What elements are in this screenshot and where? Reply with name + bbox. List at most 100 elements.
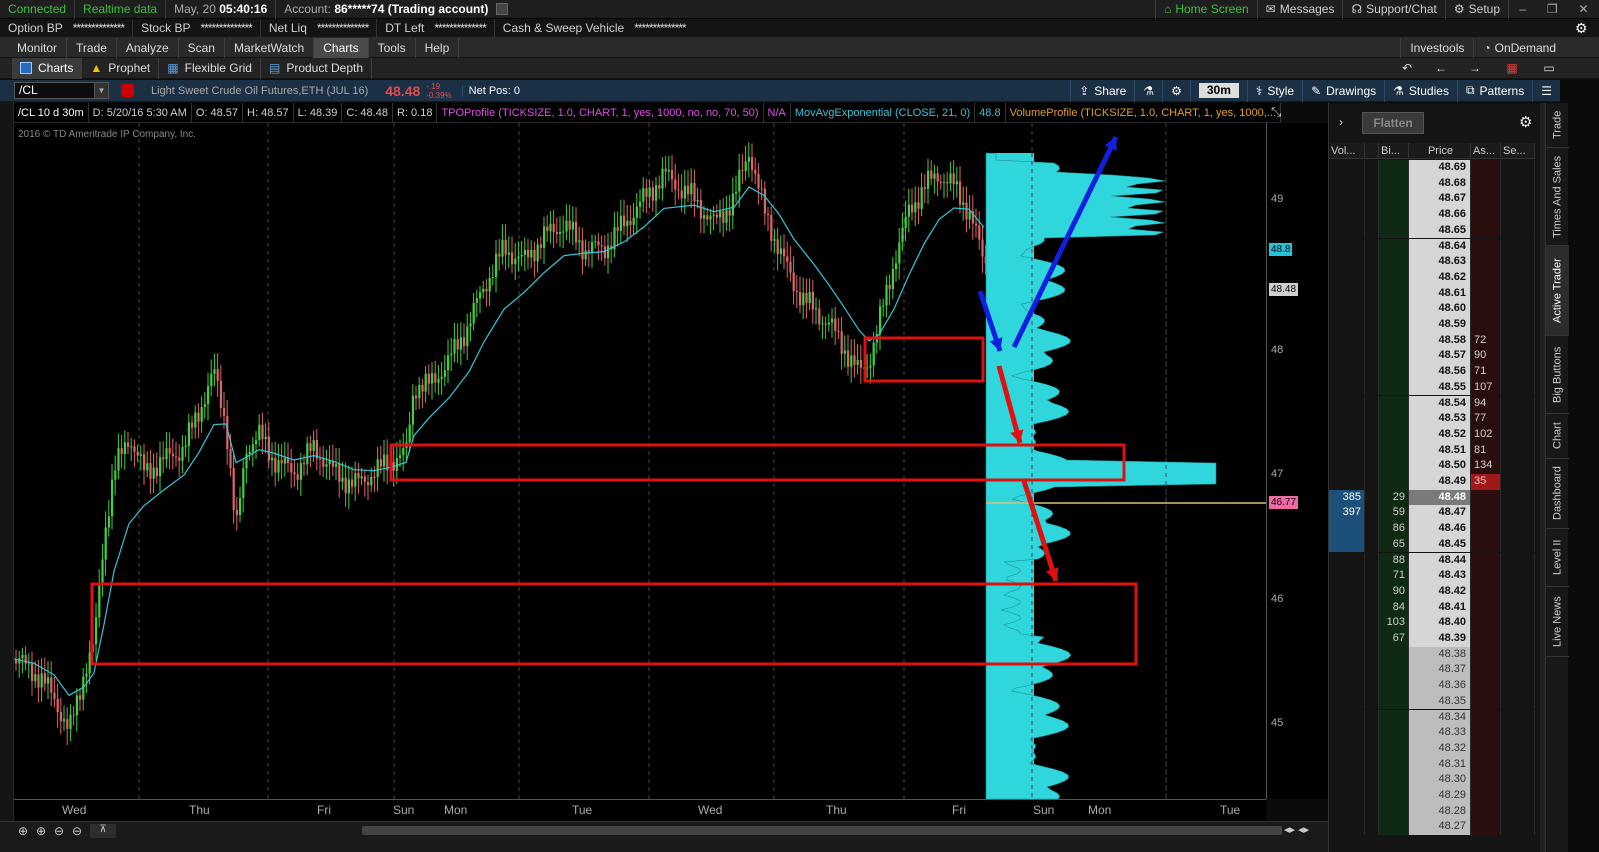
ladder-row[interactable]: 48.51 81: [1329, 442, 1535, 459]
volume-cell[interactable]: [1329, 348, 1365, 365]
left-collapse-strip[interactable]: [0, 80, 14, 852]
bid-cell[interactable]: 90: [1379, 583, 1409, 600]
volume-cell[interactable]: [1329, 175, 1365, 192]
bid-cell[interactable]: 86: [1379, 521, 1409, 537]
ask-cell[interactable]: 102: [1471, 426, 1501, 443]
ask-cell[interactable]: [1471, 693, 1501, 710]
ask-cell[interactable]: [1471, 772, 1501, 788]
ladder-row[interactable]: 88 48.44: [1329, 552, 1535, 569]
spacer-cell[interactable]: [1365, 819, 1379, 836]
volume-cell[interactable]: [1329, 207, 1365, 223]
volume-cell[interactable]: [1329, 411, 1365, 427]
ask-cell[interactable]: 35: [1471, 474, 1501, 490]
undo-icon[interactable]: ↶: [1390, 61, 1424, 75]
price-cell[interactable]: 48.30: [1409, 772, 1471, 788]
messages-button[interactable]: ✉ Messages: [1258, 0, 1344, 19]
price-cell[interactable]: 48.47: [1409, 505, 1471, 522]
volume-cell[interactable]: [1329, 395, 1365, 412]
volume-cell[interactable]: [1329, 662, 1365, 679]
ladder-row[interactable]: 48.55 107: [1329, 379, 1535, 396]
sell-cell[interactable]: [1501, 348, 1535, 365]
ask-cell[interactable]: [1471, 803, 1501, 820]
price-cell[interactable]: 48.27: [1409, 819, 1471, 836]
symbol-selector[interactable]: /CL ▼: [14, 82, 109, 99]
spacer-cell[interactable]: [1365, 693, 1379, 710]
ask-cell[interactable]: [1471, 756, 1501, 773]
spacer-cell[interactable]: [1365, 599, 1379, 616]
price-cell[interactable]: 48.56: [1409, 364, 1471, 380]
bid-cell[interactable]: [1379, 222, 1409, 239]
sell-cell[interactable]: [1501, 505, 1535, 522]
spacer-cell[interactable]: [1365, 207, 1379, 223]
investools-link[interactable]: Investools: [1400, 37, 1475, 58]
setup-button[interactable]: ⚙ Setup: [1446, 0, 1509, 19]
ladder-row[interactable]: 48.54 94: [1329, 395, 1535, 412]
spacer-cell[interactable]: [1365, 803, 1379, 820]
sidetab-level-ii[interactable]: Level II: [1546, 529, 1569, 587]
ask-cell[interactable]: 77: [1471, 411, 1501, 427]
ladder-row[interactable]: 48.61: [1329, 285, 1535, 302]
scroll-arrows-icon[interactable]: ◂▸ ◂▸: [1284, 823, 1309, 836]
back-arrow-icon[interactable]: ←: [1424, 61, 1458, 75]
bid-cell[interactable]: 71: [1379, 568, 1409, 584]
ladder-row[interactable]: 48.53 77: [1329, 411, 1535, 427]
price-cell[interactable]: 48.59: [1409, 317, 1471, 333]
sidetab-times-and-sales[interactable]: Times And Sales: [1546, 148, 1569, 246]
tab-analyze[interactable]: Analyze: [117, 37, 179, 58]
spacer-cell[interactable]: [1365, 709, 1379, 726]
bid-cell[interactable]: [1379, 207, 1409, 223]
ladder-row[interactable]: 48.49 35: [1329, 474, 1535, 490]
ask-cell[interactable]: [1471, 599, 1501, 616]
spacer-cell[interactable]: [1365, 269, 1379, 286]
ladder-row[interactable]: 71 48.43: [1329, 568, 1535, 584]
ladder-row[interactable]: 48.62: [1329, 269, 1535, 286]
bid-cell[interactable]: 67: [1379, 631, 1409, 647]
sell-cell[interactable]: [1501, 646, 1535, 663]
tab-charts[interactable]: Charts: [314, 37, 369, 58]
price-cell[interactable]: 48.34: [1409, 709, 1471, 726]
ladder-row[interactable]: 48.31: [1329, 756, 1535, 773]
volume-cell[interactable]: [1329, 678, 1365, 694]
sell-cell[interactable]: [1501, 285, 1535, 302]
drawing-handle-icon[interactable]: ⊼: [90, 824, 116, 838]
ladder-row[interactable]: 48.67: [1329, 191, 1535, 208]
ask-cell[interactable]: 72: [1471, 332, 1501, 349]
chart-settings-button[interactable]: ⚙: [1162, 79, 1190, 102]
price-cell[interactable]: 48.48: [1409, 489, 1471, 506]
price-cell[interactable]: 48.58: [1409, 332, 1471, 349]
sell-cell[interactable]: [1501, 207, 1535, 223]
spacer-cell[interactable]: [1365, 364, 1379, 380]
share-button[interactable]: ⇪ Share: [1070, 79, 1134, 102]
volume-cell[interactable]: [1329, 379, 1365, 396]
ask-cell[interactable]: [1471, 662, 1501, 679]
sidetab-active-trader[interactable]: Active Trader: [1546, 246, 1569, 336]
bid-cell[interactable]: [1379, 458, 1409, 474]
bid-cell[interactable]: [1379, 364, 1409, 380]
bid-cell[interactable]: [1379, 191, 1409, 208]
volume-cell[interactable]: [1329, 536, 1365, 553]
grid-layout-icon[interactable]: ▦: [1492, 61, 1532, 75]
price-cell[interactable]: 48.28: [1409, 803, 1471, 820]
price-cell[interactable]: 48.55: [1409, 379, 1471, 396]
bid-cell[interactable]: [1379, 379, 1409, 396]
flask-button[interactable]: ⚗: [1134, 79, 1162, 102]
ask-cell[interactable]: [1471, 285, 1501, 302]
price-cell[interactable]: 48.52: [1409, 426, 1471, 443]
ladder-row[interactable]: 48.57 90: [1329, 348, 1535, 365]
minimize-icon[interactable]: –: [1519, 2, 1526, 16]
price-cell[interactable]: 48.29: [1409, 788, 1471, 804]
price-cell[interactable]: 48.64: [1409, 238, 1471, 255]
sell-cell[interactable]: [1501, 301, 1535, 317]
chevron-down-icon[interactable]: ▼: [94, 83, 108, 98]
ladder-row[interactable]: 48.28: [1329, 803, 1535, 820]
bid-cell[interactable]: [1379, 332, 1409, 349]
price-cell[interactable]: 48.35: [1409, 693, 1471, 710]
volume-cell[interactable]: [1329, 552, 1365, 569]
bid-cell[interactable]: 88: [1379, 552, 1409, 569]
ask-cell[interactable]: [1471, 740, 1501, 757]
spacer-cell[interactable]: [1365, 411, 1379, 427]
ladder-row[interactable]: 48.27: [1329, 819, 1535, 836]
sell-cell[interactable]: [1501, 175, 1535, 192]
ask-cell[interactable]: 90: [1471, 348, 1501, 365]
ask-cell[interactable]: [1471, 646, 1501, 663]
